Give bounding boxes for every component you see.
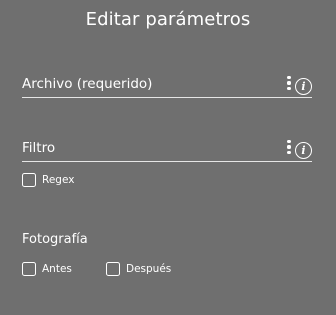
filtro-label: Filtro [22, 140, 56, 156]
info-icon[interactable]: i [295, 142, 312, 159]
archivo-label: Archivo (requerido) [22, 76, 153, 92]
regex-label: Regex [42, 174, 75, 186]
checkbox-icon[interactable] [106, 262, 120, 276]
despues-label: Después [126, 263, 172, 275]
archivo-underline [22, 97, 312, 98]
regex-checkbox[interactable]: Regex [22, 173, 74, 187]
kebab-icon[interactable] [286, 76, 292, 92]
dialog-title: Editar parámetros [85, 9, 251, 30]
fotografia-heading: Fotografía [22, 232, 88, 247]
despues-checkbox[interactable]: Después [106, 262, 171, 276]
kebab-icon[interactable] [286, 140, 292, 156]
filtro-field[interactable]: Filtro i [22, 130, 312, 162]
filtro-underline [22, 161, 312, 162]
antes-checkbox[interactable]: Antes [22, 262, 72, 276]
archivo-field[interactable]: Archivo (requerido) i [22, 66, 312, 98]
antes-label: Antes [42, 263, 72, 275]
checkbox-icon[interactable] [22, 262, 36, 276]
checkbox-icon[interactable] [22, 173, 36, 187]
info-icon[interactable]: i [295, 78, 312, 95]
